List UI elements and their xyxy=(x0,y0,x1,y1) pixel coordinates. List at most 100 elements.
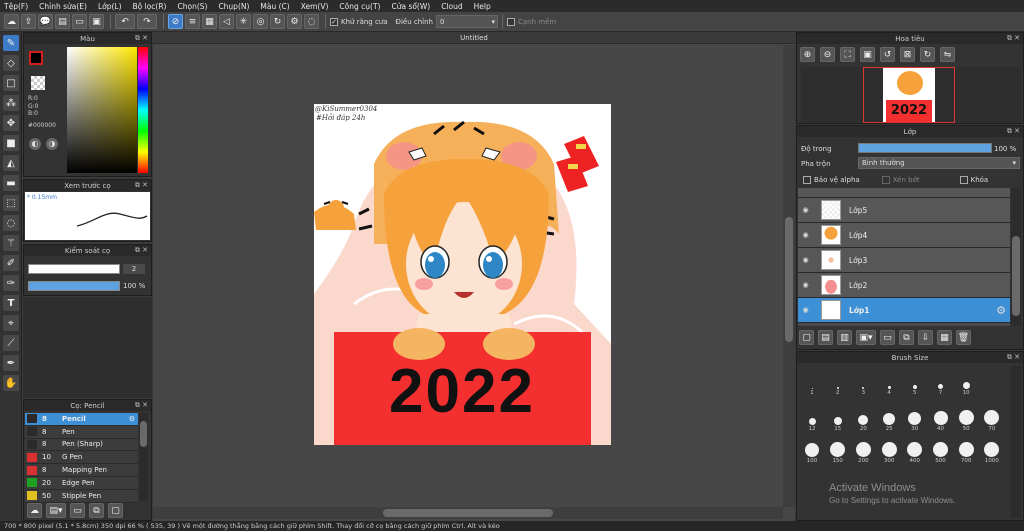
panel-window-icon[interactable]: ⧉ ✕ xyxy=(1007,353,1020,362)
visibility-icon[interactable]: ◉ xyxy=(798,281,813,289)
brush-size-scrollbar[interactable] xyxy=(1011,366,1021,518)
new-layer-1bit-icon[interactable]: ▥ xyxy=(837,330,852,345)
canvas-vertical-scroll-thumb[interactable] xyxy=(785,217,793,342)
select-eraser-icon[interactable]: ✑ xyxy=(3,275,19,291)
zoom-out-icon[interactable]: ⊖ xyxy=(820,47,835,62)
saturation-value-square[interactable] xyxy=(67,47,137,173)
brush-size-option[interactable]: 30 xyxy=(902,402,928,432)
pen-list-scroll-thumb[interactable] xyxy=(140,421,147,447)
brush-delete-icon[interactable]: ▢ xyxy=(108,503,123,518)
layer-list-scrollbar[interactable] xyxy=(1011,188,1021,326)
brush-size-option[interactable]: 7 xyxy=(928,366,954,396)
brush-tool-icon[interactable]: ✎ xyxy=(3,35,19,51)
new-layer-8bit-icon[interactable]: ▤ xyxy=(818,330,833,345)
menu-select[interactable]: Chọn(S) xyxy=(177,2,207,11)
artwork-canvas[interactable]: @KiSummer0304 #Hỏi đáp 24h 2022 xyxy=(314,104,611,445)
layer-row-partial[interactable] xyxy=(798,188,1010,198)
brush-size-option[interactable]: 12 xyxy=(799,402,825,432)
gear-icon[interactable]: ⚙ xyxy=(996,304,1006,317)
zoom-in-icon[interactable]: ⊕ xyxy=(800,47,815,62)
menu-view[interactable]: Xem(V) xyxy=(301,2,329,11)
brush-size-option[interactable]: 2 xyxy=(825,366,851,396)
pen-list-item[interactable]: 8 Mapping Pen xyxy=(25,464,138,477)
canvas-horizontal-scroll-thumb[interactable] xyxy=(383,509,553,517)
brush-size-option[interactable]: 500 xyxy=(928,434,954,464)
actual-size-icon[interactable]: ▣ xyxy=(860,47,875,62)
visibility-icon[interactable]: ◉ xyxy=(798,231,813,239)
pen-list-item[interactable]: 10 G Pen xyxy=(25,451,138,465)
panel-window-icon[interactable]: ⧉ ✕ xyxy=(1007,127,1020,136)
visibility-icon[interactable]: ◉ xyxy=(798,256,813,264)
snap-curve-icon[interactable]: ↻ xyxy=(270,14,285,29)
layer-opacity-slider[interactable] xyxy=(858,143,992,153)
pen-list-item[interactable]: 8 Pen (Sharp) xyxy=(25,438,138,452)
menu-cloud[interactable]: Cloud xyxy=(441,2,462,11)
save-icon[interactable]: ▣ xyxy=(89,14,104,29)
palette-picker-icon[interactable]: ◑ xyxy=(46,138,58,150)
rect-tool-icon[interactable]: □ xyxy=(3,75,19,91)
visibility-icon[interactable]: ◉ xyxy=(798,206,813,214)
flip-horizontal-icon[interactable]: ⇋ xyxy=(940,47,955,62)
brush-size-value[interactable]: 2 xyxy=(123,264,145,274)
reset-rotation-icon[interactable]: ⊠ xyxy=(900,47,915,62)
hand-tool-icon[interactable]: ✋ xyxy=(3,375,19,391)
navigator-view[interactable]: 2022 xyxy=(801,67,1021,123)
merge-down-icon[interactable]: ⇩ xyxy=(918,330,933,345)
snap-off-icon[interactable]: ⊘ xyxy=(168,14,183,29)
brush-size-option[interactable]: 200 xyxy=(850,434,876,464)
brush-size-option[interactable]: 70 xyxy=(979,402,1005,432)
panel-window-icon[interactable]: ⧉ ✕ xyxy=(135,246,148,255)
menu-filter[interactable]: Bộ lọc(R) xyxy=(133,2,167,11)
pen-list-item[interactable]: 8 Pen xyxy=(25,425,138,439)
menu-edit[interactable]: Chỉnh sửa(E) xyxy=(39,2,87,11)
redo-icon[interactable]: ↷ xyxy=(137,14,157,29)
canvas-vertical-scrollbar[interactable] xyxy=(783,45,795,507)
layer-row[interactable]: ◉ Lớp4 xyxy=(798,223,1010,248)
cloud-brush-icon[interactable]: ☁ xyxy=(27,503,42,518)
pen-list-scrollbar[interactable] xyxy=(139,413,148,501)
snap-spiral-icon[interactable]: ◌ xyxy=(304,14,319,29)
brush-size-option[interactable]: 3 xyxy=(850,366,876,396)
brush-size-slider[interactable] xyxy=(28,264,120,274)
select-tool-icon[interactable]: ⬚ xyxy=(3,195,19,211)
brush-opacity-slider[interactable] xyxy=(28,281,120,291)
snap-grid-icon[interactable]: ▦ xyxy=(202,14,217,29)
layer-list-scroll-thumb[interactable] xyxy=(1012,236,1020,316)
snap-parallel-icon[interactable]: ≡ xyxy=(185,14,200,29)
new-file-icon[interactable]: ▤ xyxy=(55,14,70,29)
canvas-tab[interactable]: Untitled xyxy=(153,32,795,44)
visibility-icon[interactable]: ◉ xyxy=(798,306,813,314)
eyedropper-icon[interactable]: ⟋ xyxy=(3,335,19,351)
layer-row[interactable]: ◉ Lớp5 xyxy=(798,198,1010,223)
lasso-tool-icon[interactable]: ◌ xyxy=(3,215,19,231)
brush-size-option[interactable]: 300 xyxy=(876,434,902,464)
brush-size-option[interactable]: 40 xyxy=(928,402,954,432)
layer-row[interactable]: ◉ Lớp1 ⚙ xyxy=(798,298,1010,323)
brush-size-option[interactable]: 400 xyxy=(902,434,928,464)
brush-size-option[interactable]: 1 xyxy=(799,366,825,396)
transparent-swatch[interactable] xyxy=(31,76,45,90)
clipping-checkbox[interactable] xyxy=(881,176,890,184)
panel-window-icon[interactable]: ⧉ ✕ xyxy=(135,401,148,410)
palette-icon[interactable]: ◐ xyxy=(29,138,41,150)
brush-size-option[interactable]: 1000 xyxy=(979,434,1005,464)
brush-size-option[interactable]: 20 xyxy=(850,402,876,432)
panel-window-icon[interactable]: ⧉ ✕ xyxy=(1007,34,1020,43)
undo-icon[interactable]: ↶ xyxy=(115,14,135,29)
eraser-tool-icon[interactable]: ◇ xyxy=(3,55,19,71)
fill-rect-tool-icon[interactable]: ■ xyxy=(3,135,19,151)
brush-size-option[interactable]: 4 xyxy=(876,366,902,396)
blend-mode-select[interactable]: Bình thường ▾ xyxy=(858,157,1020,169)
menu-color[interactable]: Màu (C) xyxy=(260,2,289,11)
folder-icon[interactable]: ▭ xyxy=(70,503,85,518)
brush-size-option[interactable]: 10 xyxy=(953,366,979,396)
layer-row[interactable]: ◉ Lớp3 xyxy=(798,248,1010,273)
menu-help[interactable]: Help xyxy=(474,2,491,11)
panel-window-icon[interactable]: ⧉ ✕ xyxy=(135,181,148,190)
add-brush-icon[interactable]: ▤▾ xyxy=(46,503,66,518)
primary-color-swatch[interactable] xyxy=(29,51,43,65)
text-tool-icon[interactable]: T xyxy=(3,295,19,311)
pen-list-item[interactable]: 20 Edge Pen xyxy=(25,476,138,490)
smooth-checkbox[interactable] xyxy=(507,17,515,26)
brush-size-option[interactable]: 25 xyxy=(876,402,902,432)
